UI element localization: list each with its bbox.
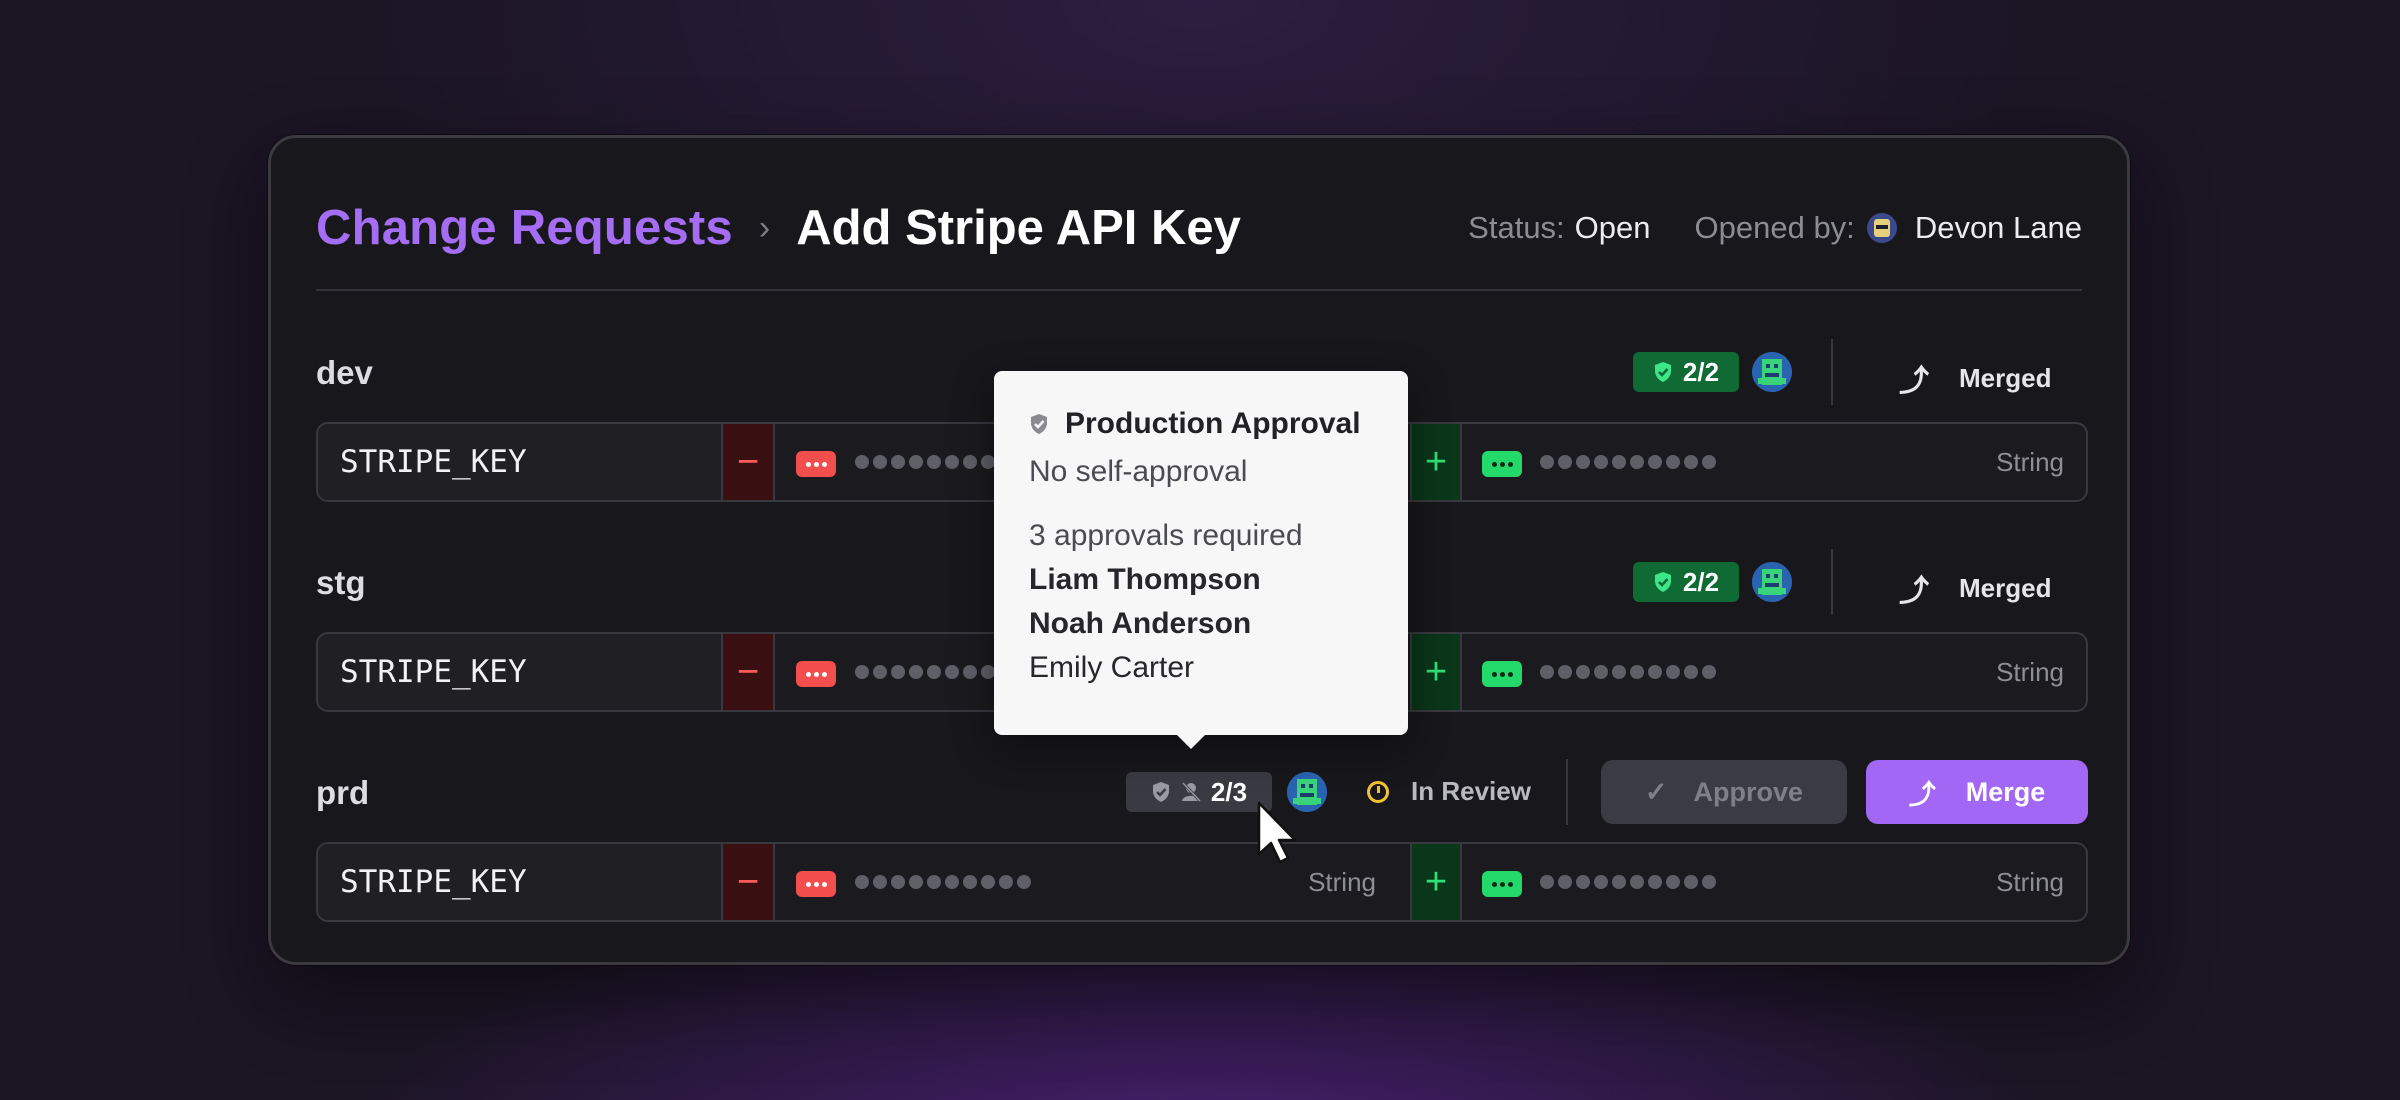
merge-arrow-icon: ⤴ xyxy=(1908,779,1936,810)
status-value: Open xyxy=(1574,210,1651,245)
added-marker-icon: + xyxy=(1410,424,1462,500)
env-name-prd: prd xyxy=(316,774,370,811)
merge-arrow-icon: ⤴ xyxy=(1899,365,1929,398)
masked-new-value xyxy=(1540,665,1716,681)
masked-value-icon[interactable] xyxy=(796,661,836,687)
approvals-badge[interactable]: 2/2 xyxy=(1633,352,1739,392)
removed-marker-icon: − xyxy=(723,634,775,710)
avatar xyxy=(1752,352,1792,392)
merge-arrow-icon: ⤴ xyxy=(1899,575,1929,608)
shield-icon xyxy=(1151,781,1171,803)
no-self-approval-icon xyxy=(1181,781,1201,803)
approver-name: Emily Carter xyxy=(1029,651,1195,684)
masked-old-value xyxy=(855,875,1031,891)
approvals-count: 2/2 xyxy=(1682,356,1720,387)
masked-value-icon[interactable] xyxy=(796,871,836,897)
approvals-badge[interactable]: 2/2 xyxy=(1633,562,1739,602)
merge-button[interactable]: ⤴ Merge xyxy=(1866,760,2088,824)
new-value-type: String xyxy=(1996,446,2064,477)
new-value-type: String xyxy=(1996,866,2064,897)
divider xyxy=(1831,549,1833,615)
approvals-count: 2/2 xyxy=(1682,566,1720,597)
added-marker-icon: + xyxy=(1410,844,1462,920)
tooltip-subtitle: No self-approval xyxy=(1029,455,1248,488)
cursor-icon xyxy=(1255,800,1301,866)
check-icon: ✓ xyxy=(1644,776,1668,807)
opened-by-label: Opened by: xyxy=(1694,210,1855,245)
status-label: Status: xyxy=(1468,210,1565,245)
masked-new-value xyxy=(1540,875,1716,891)
divider xyxy=(1566,759,1568,825)
avatar xyxy=(1752,562,1792,602)
merged-label: Merged xyxy=(1959,572,2052,603)
old-value-type: String xyxy=(1308,866,1376,897)
approve-button[interactable]: ✓ Approve xyxy=(1601,760,1847,824)
approvals-badge[interactable]: 2/3 xyxy=(1126,772,1272,812)
page-title: Add Stripe API Key xyxy=(796,201,1241,255)
header-divider xyxy=(316,289,2082,291)
merge-label: Merge xyxy=(1965,776,2046,807)
removed-marker-icon: − xyxy=(723,424,775,500)
secret-key-name: STRIPE_KEY xyxy=(318,424,723,500)
shield-icon xyxy=(1653,361,1673,383)
masked-value-icon[interactable] xyxy=(1482,451,1522,477)
approve-label: Approve xyxy=(1693,776,1804,807)
opened-by-name[interactable]: Devon Lane xyxy=(1915,210,2082,246)
breadcrumb-change-requests[interactable]: Change Requests xyxy=(316,200,733,256)
merged-status: ⤴ Merged xyxy=(1899,566,2051,610)
masked-value-icon[interactable] xyxy=(796,451,836,477)
tooltip-title: Production Approval xyxy=(1029,407,1408,441)
merged-status: ⤴ Merged xyxy=(1899,356,2051,400)
removed-marker-icon: − xyxy=(723,844,775,920)
shield-icon xyxy=(1653,571,1673,593)
secret-key-name: STRIPE_KEY xyxy=(318,634,723,710)
merged-label: Merged xyxy=(1959,362,2052,393)
masked-new-value xyxy=(1540,455,1716,471)
header: Change Requests › Add Stripe API Key Sta… xyxy=(316,193,2082,263)
approval-tooltip: Production Approval No self-approval 3 a… xyxy=(994,371,1408,749)
secret-row-prd[interactable]: STRIPE_KEY − String + String xyxy=(316,842,2088,922)
tooltip-required: 3 approvals required xyxy=(1029,519,1303,552)
avatar xyxy=(1866,213,1897,243)
added-marker-icon: + xyxy=(1410,634,1462,710)
approvals-count: 2/3 xyxy=(1210,776,1248,807)
header-meta: Status: Open Opened by: Devon Lane xyxy=(1468,210,2082,246)
approver-name: Liam Thompson xyxy=(1029,563,1261,596)
divider xyxy=(1831,339,1833,405)
shield-icon xyxy=(1029,413,1049,435)
new-value-type: String xyxy=(1996,656,2064,687)
review-status: In Review xyxy=(1367,776,1531,807)
secret-key-name: STRIPE_KEY xyxy=(318,844,723,920)
breadcrumb-separator-icon: › xyxy=(758,208,771,247)
env-name-stg: stg xyxy=(316,564,366,601)
tooltip-title-text: Production Approval xyxy=(1065,407,1361,440)
clock-icon xyxy=(1367,780,1389,803)
review-label: In Review xyxy=(1411,776,1531,806)
env-name-dev: dev xyxy=(316,354,373,391)
approver-name: Noah Anderson xyxy=(1029,607,1252,640)
masked-value-icon[interactable] xyxy=(1482,661,1522,687)
masked-value-icon[interactable] xyxy=(1482,871,1522,897)
